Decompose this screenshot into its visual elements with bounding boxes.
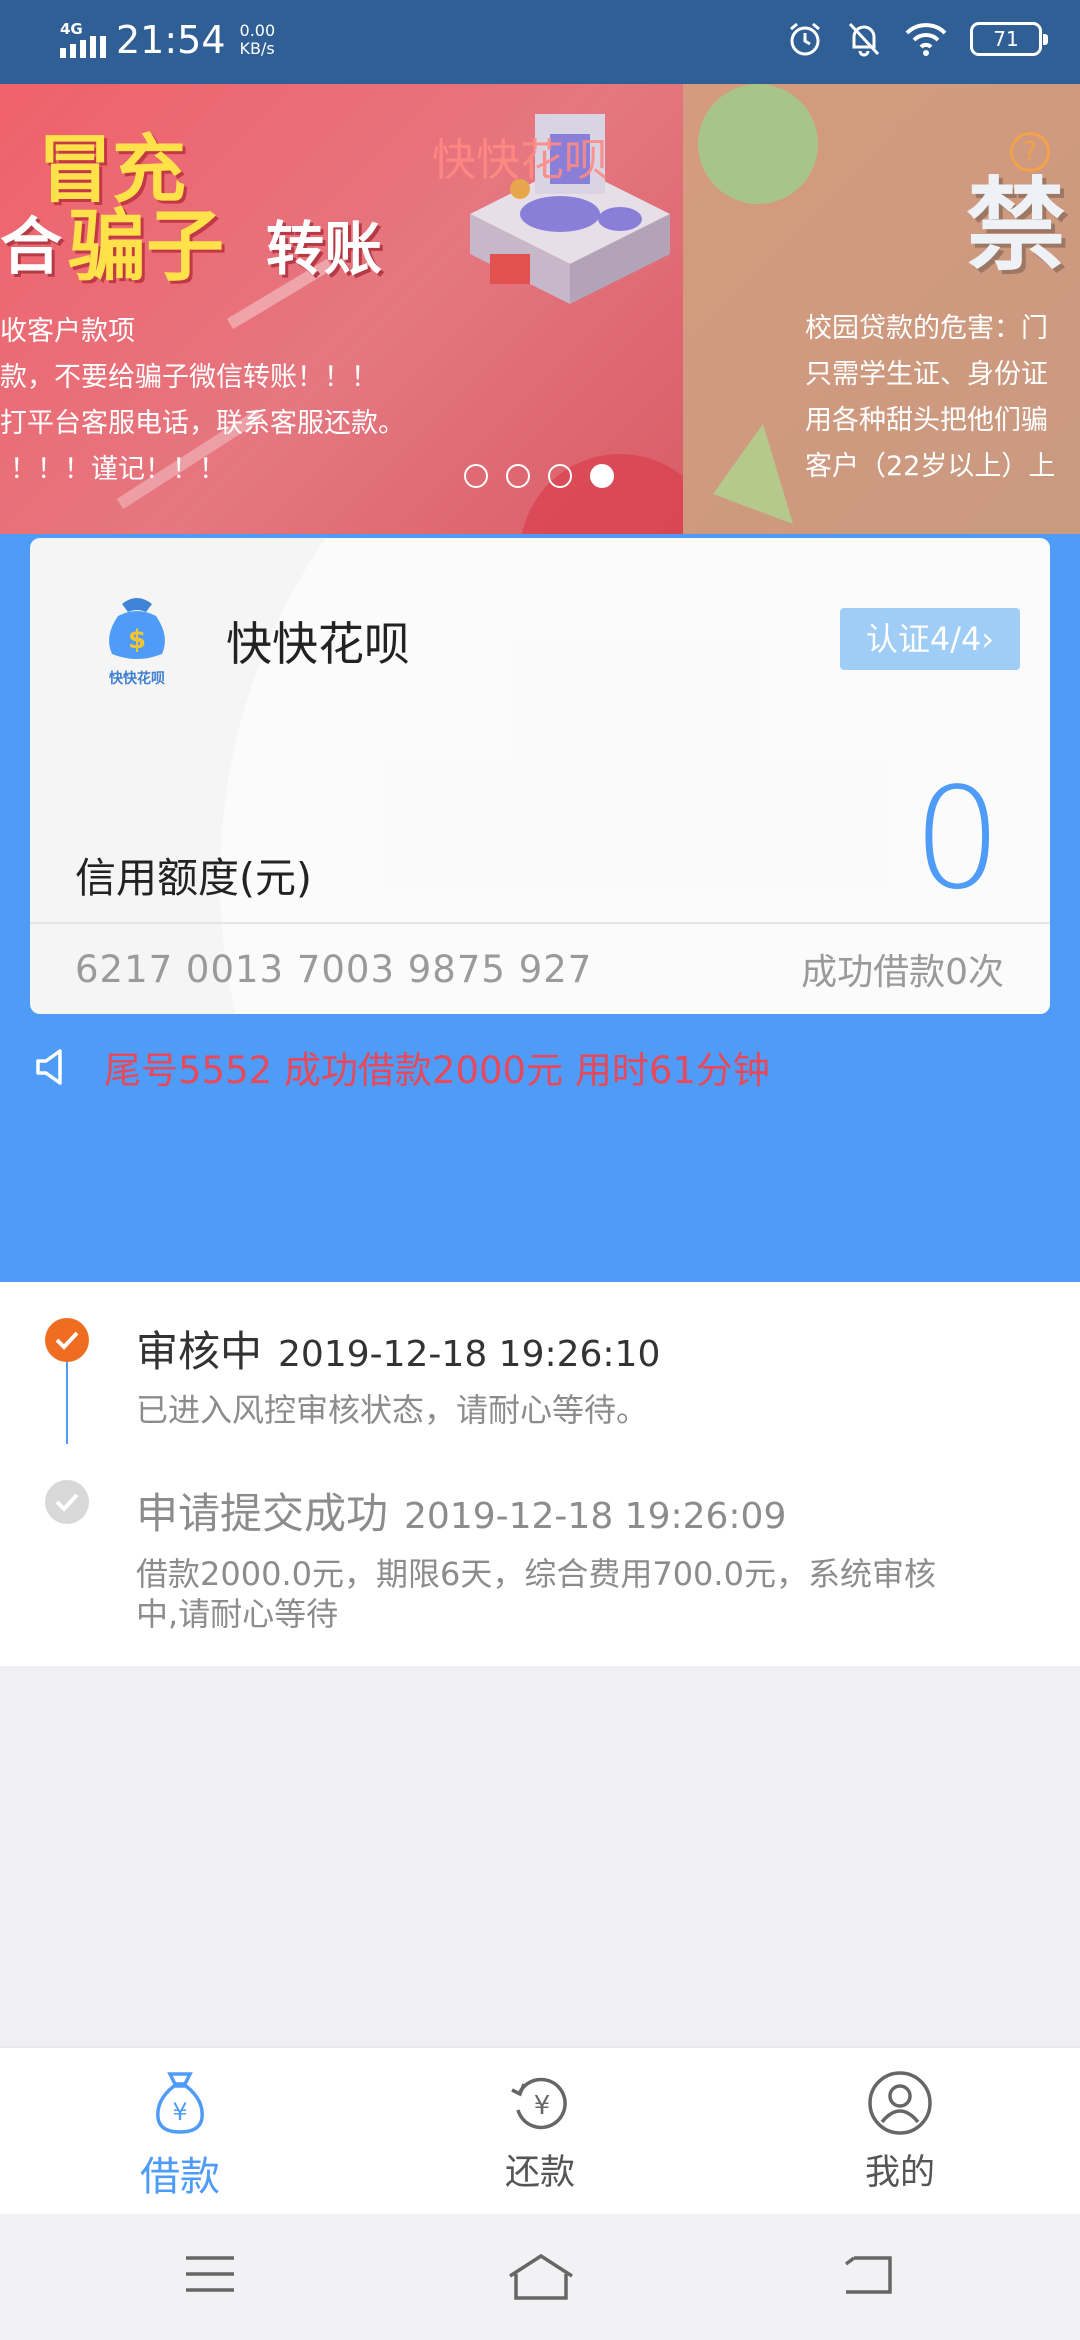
certification-button[interactable]: 认证4/4› xyxy=(840,608,1020,670)
wifi-icon xyxy=(905,23,947,56)
banner-line-4: ！！！谨记！！！ xyxy=(10,454,226,485)
app-name: 快快花呗 xyxy=(226,617,410,671)
carousel-dot[interactable] xyxy=(506,464,530,488)
tab-mine[interactable]: 我的 xyxy=(800,2070,1000,2195)
svg-text:¥: ¥ xyxy=(172,2098,187,2126)
carousel-dot-active[interactable] xyxy=(590,464,614,488)
banner-carousel[interactable]: 冒充 合 骗子 转账 快快花呗 收客户款项 款，不要给骗子微信转账！！！ 打平台… xyxy=(0,84,1080,534)
banner-headline-4: 转账 xyxy=(266,215,383,283)
network-speed: 0.00 KB/s xyxy=(239,21,276,58)
svg-text:$: $ xyxy=(128,625,146,655)
speaker-icon xyxy=(36,1049,62,1085)
network-type: 4G xyxy=(60,20,83,38)
loan-status-timeline: 审核中 2019-12-18 19:26:10 已进入风控审核状态，请耐心等待。 … xyxy=(0,1282,1080,1666)
timeline-item-desc: 已进入风控审核状态，请耐心等待。 xyxy=(136,1391,649,1429)
menu-icon[interactable] xyxy=(184,2252,236,2296)
timeline-item-time: 2019-12-18 19:26:10 xyxy=(278,1334,661,1375)
repay-icon: ¥ xyxy=(511,2077,567,2130)
banner-slide-fraud-warning[interactable]: 冒充 合 骗子 转账 快快花呗 收客户款项 款，不要给骗子微信转账！！！ 打平台… xyxy=(0,84,683,534)
credit-card[interactable]: $ 快快花呗 快快花呗 认证4/4› 信用额度(元) 0 6217 0013 7… xyxy=(30,538,1050,1014)
back-icon[interactable] xyxy=(842,2252,896,2298)
timeline-item-time: 2019-12-18 19:26:09 xyxy=(404,1496,787,1537)
tab-label: 借款 xyxy=(140,2154,220,2200)
carousel-indicator[interactable] xyxy=(464,464,614,488)
alarm-icon xyxy=(790,22,820,56)
status-bar: 4G 21:54 0.00 KB/s 71 xyxy=(0,0,1080,84)
app-logo: $ 快快花呗 xyxy=(96,588,178,688)
check-icon xyxy=(45,1318,89,1362)
logo-caption: 快快花呗 xyxy=(109,671,165,687)
loan-count: 成功借款0次 xyxy=(801,952,1004,993)
timeline-item-title: 审核中 2019-12-18 19:26:10 xyxy=(136,1327,661,1376)
banner-watermark: 快快花呗 xyxy=(432,135,608,186)
svg-text:¥: ¥ xyxy=(534,2091,551,2121)
carousel-dot[interactable] xyxy=(464,464,488,488)
battery-icon: 71 xyxy=(970,22,1048,56)
status-time: 21:54 xyxy=(116,18,226,62)
banner-line-2: 款，不要给骗子微信转账！！！ xyxy=(0,362,378,393)
announcement-text: 尾号5552 成功借款2000元 用时61分钟 xyxy=(104,1049,770,1092)
carousel-dot[interactable] xyxy=(548,464,572,488)
timeline-item-desc: 借款2000.0元，期限6天，综合费用700.0元，系统审核 中,请耐心等待 xyxy=(136,1555,936,1633)
timeline-item-title: 申请提交成功 2019-12-18 19:26:09 xyxy=(136,1489,787,1538)
check-icon xyxy=(45,1480,89,1524)
banner2-text: 校园贷款的危害：门 只需学生证、身份证 用各种甜头把他们骗 客户（22岁以上）上 xyxy=(805,313,1056,482)
banner2-title: 禁 xyxy=(966,167,1066,284)
banner-headline-2: 合 xyxy=(0,210,63,283)
banner-line-1: 收客户款项 xyxy=(0,316,135,347)
tab-repay[interactable]: ¥ 还款 xyxy=(440,2070,640,2195)
system-navigation-bar xyxy=(0,2214,1080,2340)
announcement-bar: 尾号5552 成功借款2000元 用时61分钟 xyxy=(34,1040,770,1094)
banner-line-3: 打平台客服电话，联系客服还款。 xyxy=(0,408,405,439)
credit-limit-value: 0 xyxy=(912,758,1002,921)
credit-limit-label: 信用额度(元) xyxy=(75,854,312,902)
home-icon[interactable] xyxy=(506,2252,576,2302)
tab-borrow[interactable]: ¥ 借款 xyxy=(80,2070,280,2202)
tab-label: 我的 xyxy=(864,2153,935,2193)
chevron-right-icon: › xyxy=(981,620,995,658)
mute-bell-icon xyxy=(848,22,880,57)
banner-slide-campus-loan[interactable]: ? 禁 校园贷款的危害：门 只需学生证、身份证 用各种甜头把他们骗 客户（22岁… xyxy=(683,84,1080,534)
signal-icon: 4G xyxy=(60,20,106,60)
bottom-tab-bar: ¥ 借款 ¥ 还款 我的 xyxy=(0,2046,1080,2214)
divider xyxy=(30,922,1050,924)
tab-label: 还款 xyxy=(504,2153,575,2193)
bank-card-number: 6217 0013 7003 9875 927 xyxy=(75,948,593,991)
profile-icon xyxy=(868,2071,932,2135)
money-bag-icon: ¥ xyxy=(156,2072,204,2134)
banner-headline-3: 骗子 xyxy=(68,202,225,292)
